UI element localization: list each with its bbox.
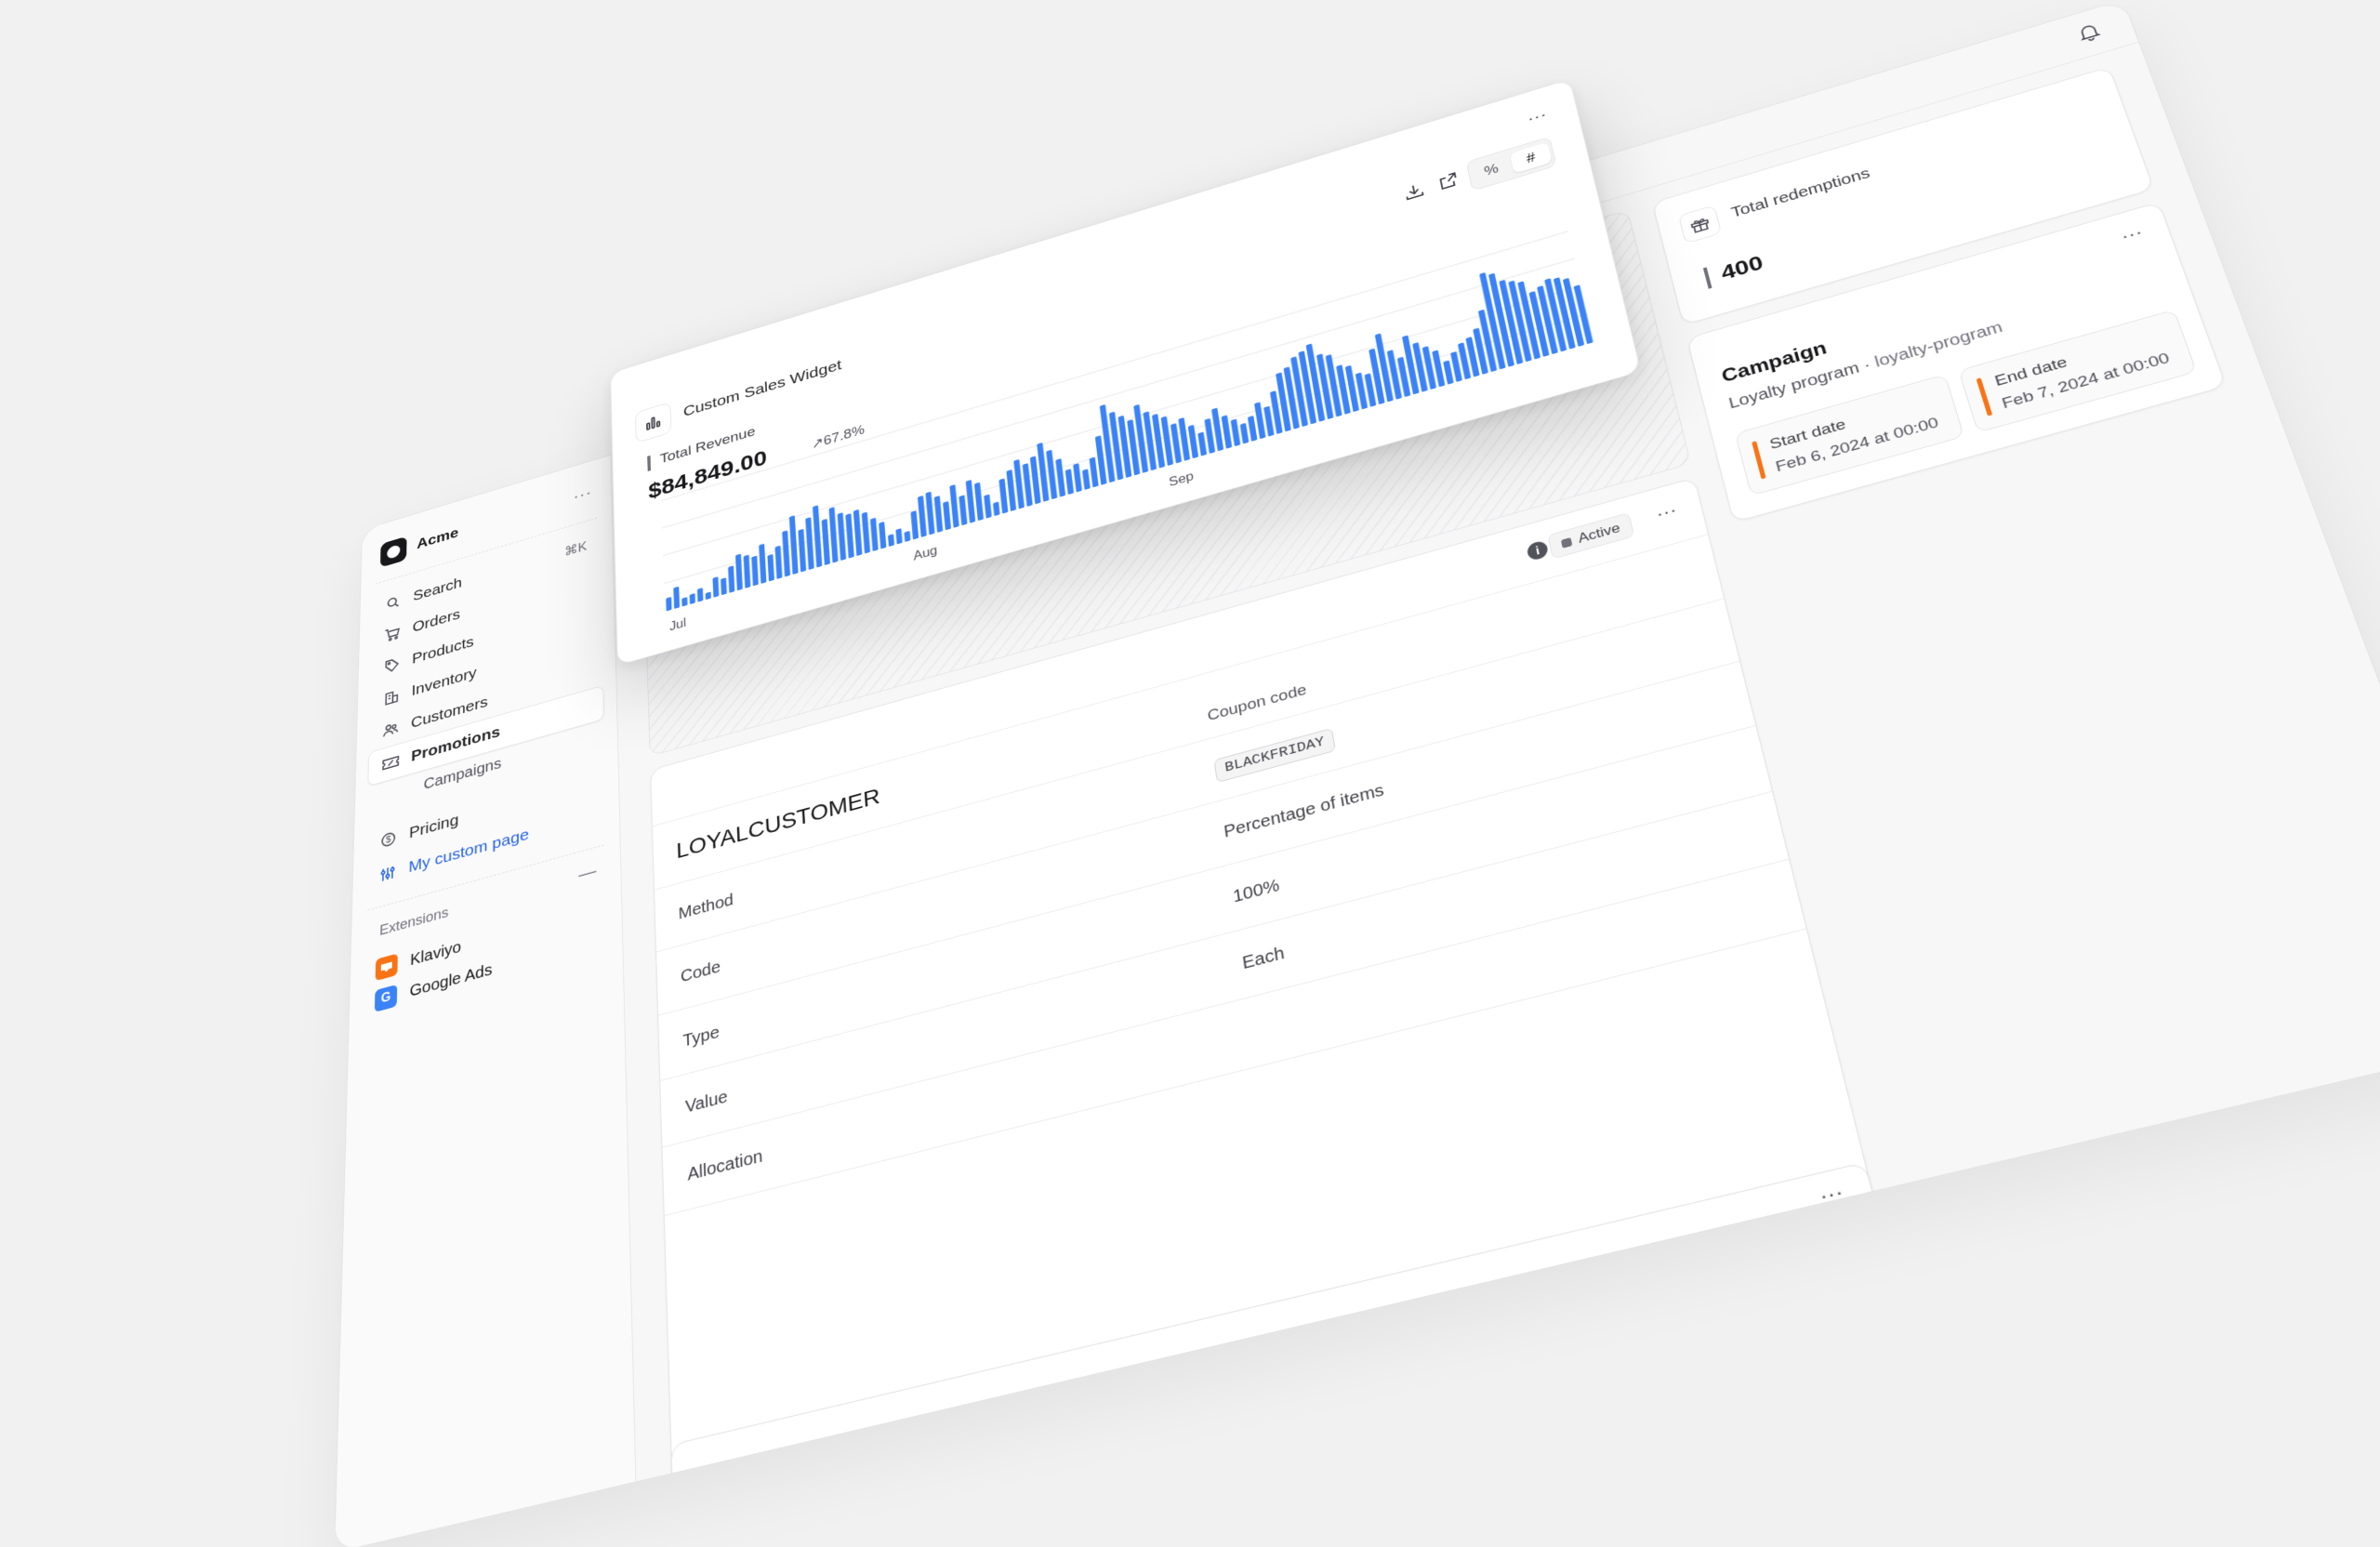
redemptions-value: 400 [1703, 252, 1765, 289]
ellipsis-icon[interactable]: ··· [1526, 105, 1549, 128]
toggle-percent[interactable]: % [1470, 154, 1512, 186]
row-key: Type [682, 1023, 720, 1051]
sidebar-toggle-icon[interactable] [636, 456, 654, 475]
adjustments-icon [379, 863, 397, 884]
app-window: Acme ··· Search ⌘K Orders [334, 0, 2380, 1547]
meta-separator: · [1861, 356, 1872, 374]
date-accent-bar [1752, 441, 1765, 479]
cart-icon [384, 624, 401, 643]
row-value: 100% [1232, 876, 1281, 907]
code-pill: BLACKFRIDAY [1214, 728, 1337, 783]
building-icon [383, 687, 400, 707]
collapse-icon[interactable]: — [578, 861, 596, 886]
ellipsis-icon[interactable]: ··· [574, 483, 592, 506]
sidebar: Acme ··· Search ⌘K Orders [335, 456, 636, 1547]
redemptions-label: Total redemptions [1729, 165, 1871, 222]
status-badge: Active [1547, 512, 1634, 559]
gift-icon [1678, 205, 1722, 244]
row-key: Code [681, 958, 721, 986]
chart-bar-icon [635, 402, 671, 443]
currency-dollar-icon: $ [379, 829, 397, 851]
end-date-box: End date Feb 7, 2024 at 00:00 [1958, 310, 2197, 433]
store-name: Acme [416, 524, 458, 552]
status-label: Active [1577, 520, 1621, 547]
end-date-label: End date [1993, 354, 2070, 390]
row-value: Percentage of items [1223, 781, 1385, 842]
main-nav: Search ⌘K Orders Products [364, 526, 606, 897]
scene: Acme ··· Search ⌘K Orders [0, 0, 2380, 1190]
external-link-icon[interactable] [1436, 170, 1461, 192]
users-icon [382, 720, 399, 740]
extensions-label: Extensions [379, 905, 448, 939]
breadcrumb[interactable]: P [668, 448, 678, 466]
row-value: BLACKFRIDAY [1214, 729, 1336, 783]
row-key: Method [678, 891, 734, 923]
toggle-number[interactable]: # [1510, 142, 1553, 174]
bell-icon[interactable] [2075, 20, 2103, 44]
klaviyo-icon [376, 953, 398, 981]
ellipsis-icon[interactable]: ··· [2119, 222, 2146, 246]
end-date-value: Feb 7, 2024 at 00:00 [2000, 350, 2172, 413]
svg-text:$: $ [386, 835, 391, 846]
dashboard-stage: Acme ··· Search ⌘K Orders [334, 0, 2380, 1547]
status-dot [1560, 537, 1572, 549]
search-icon [385, 593, 402, 613]
ellipsis-icon[interactable]: ··· [1654, 500, 1679, 525]
store-logo [380, 536, 407, 568]
ellipsis-icon[interactable]: ··· [1817, 1179, 1845, 1210]
campaign-identifier: loyalty-program [1872, 319, 2004, 371]
google-icon: G [375, 985, 397, 1012]
shortcut-hint: ⌘K [564, 538, 587, 559]
store-switcher[interactable]: Acme [380, 521, 458, 568]
start-date-value: Feb 6, 2024 at 00:00 [1774, 415, 1940, 476]
tag-icon [384, 655, 401, 675]
date-accent-bar [1977, 377, 1993, 416]
receipt-percent-icon [382, 753, 399, 774]
row-key: Value [685, 1088, 728, 1118]
row-key: Allocation [687, 1146, 763, 1185]
row-value: Each [1241, 944, 1286, 974]
info-icon[interactable]: i [1526, 539, 1549, 562]
extensions-list: Klaviyo G Google Ads [375, 923, 493, 1017]
start-date-label: Start date [1768, 416, 1848, 454]
download-icon[interactable] [1402, 180, 1425, 203]
